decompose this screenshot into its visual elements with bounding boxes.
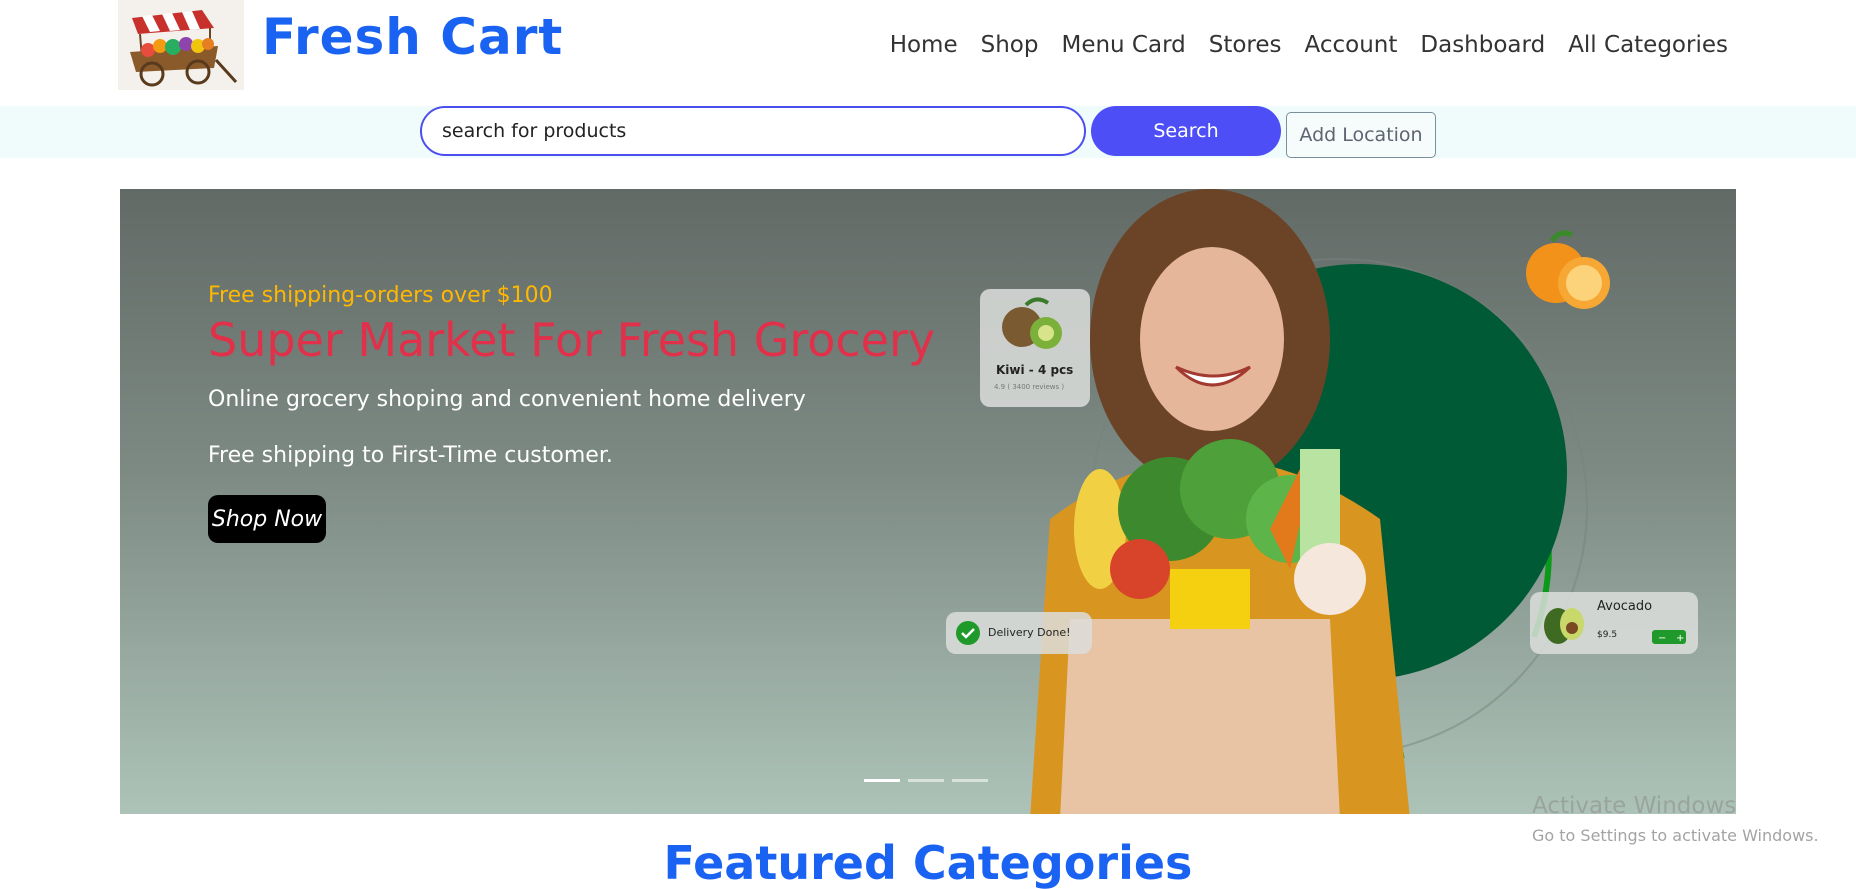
svg-text:−: − [1658,633,1666,644]
nav-menu-card[interactable]: Menu Card [1061,32,1185,58]
shop-now-button[interactable]: Shop Now [208,495,326,543]
avocado-icon [1544,608,1584,644]
hero-banner: Free shipping-orders over $100 Super Mar… [120,189,1736,814]
carousel-dot-2[interactable] [908,779,944,782]
brand-name[interactable]: Fresh Cart [262,8,563,66]
delivery-text: Delivery Done! [988,626,1071,639]
add-location-button[interactable]: Add Location [1286,112,1436,158]
nav-stores[interactable]: Stores [1209,32,1282,58]
carousel-dot-1[interactable] [864,779,900,782]
windows-activation-title: Activate Windows [1532,793,1737,819]
nav-home[interactable]: Home [890,32,958,58]
avocado-product-card[interactable]: Avocado $9.5 − + [1530,592,1698,654]
woman-with-groceries-image [1030,189,1410,814]
hero-subtitle: Free shipping-orders over $100 [208,283,553,308]
search-button[interactable]: Search [1091,106,1281,156]
hero-title: Super Market For Fresh Grocery [208,313,936,367]
kiwi-product-card[interactable]: Kiwi - 4 pcs 4.9 ( 3400 reviews ) [980,289,1090,407]
carousel-indicators [864,779,988,782]
hero-offer-text: Free shipping to First-Time customer. [208,443,613,468]
delivery-status-card: Delivery Done! [946,612,1092,654]
kiwi-rating: 4.9 ( 3400 reviews ) [994,383,1065,391]
site-header: Fresh Cart Home Shop Menu Card Stores Ac… [0,0,1856,106]
nav-account[interactable]: Account [1305,32,1398,58]
nav-dashboard[interactable]: Dashboard [1420,32,1545,58]
avocado-title: Avocado [1597,599,1653,614]
nav-shop[interactable]: Shop [981,32,1039,58]
main-nav: Home Shop Menu Card Stores Account Dashb… [867,32,1728,58]
svg-text:+: + [1676,633,1684,644]
kiwi-icon [1002,297,1062,349]
avocado-price: $9.5 [1597,630,1618,640]
check-circle-icon [956,621,980,645]
search-input[interactable] [420,106,1086,156]
featured-categories-heading: Featured Categories [663,836,1193,889]
quantity-stepper[interactable]: − + [1652,630,1686,644]
logo-cart-image[interactable] [118,0,244,90]
hero-description: Online grocery shoping and convenient ho… [208,387,806,412]
carousel-dot-3[interactable] [952,779,988,782]
nav-all-categories[interactable]: All Categories [1568,32,1728,58]
kiwi-title: Kiwi - 4 pcs [996,363,1074,377]
